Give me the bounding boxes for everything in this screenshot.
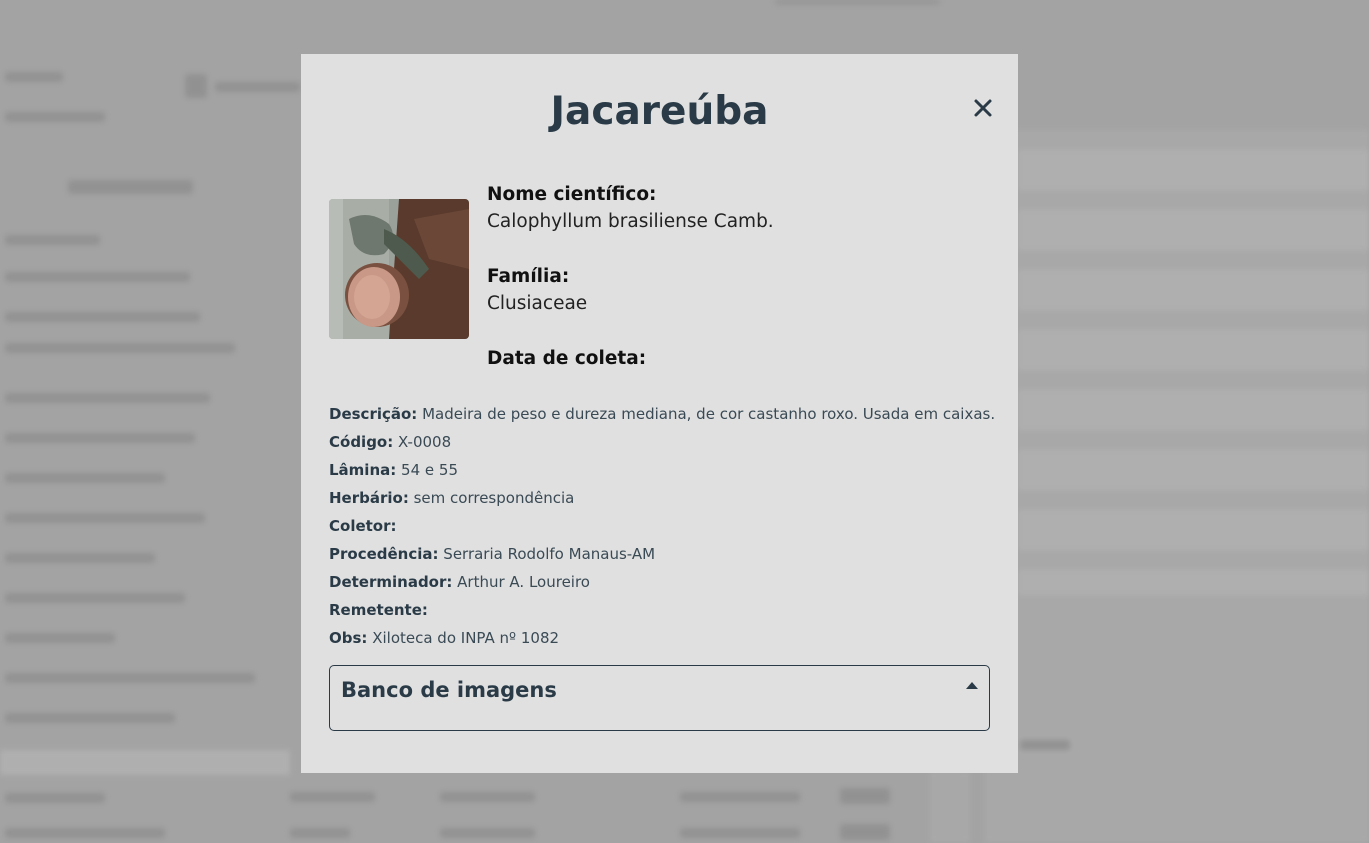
image-bank-title: Banco de imagens	[341, 678, 557, 702]
modal-title: Jacareúba	[550, 89, 769, 134]
family-group: Família: Clusiaceae	[487, 264, 987, 346]
image-bank-accordion[interactable]: Banco de imagens	[329, 665, 990, 731]
scientific-name-group: Nome científico: Calophyllum brasiliense…	[487, 182, 987, 264]
detail-row-obs: Obs: Xiloteca do INPA nº 1082	[329, 629, 560, 647]
detail-row-description: Descrição: Madeira de peso e dureza medi…	[329, 405, 996, 423]
detail-row-code: Código: X-0008	[329, 433, 452, 451]
detail-row-provenance: Procedência: Serraria Rodolfo Manaus-AM	[329, 545, 656, 563]
species-image[interactable]	[329, 199, 469, 339]
species-modal: Jacareúba Nome científico: Calophyllum b…	[301, 54, 1018, 773]
detail-row-collector: Coletor:	[329, 517, 397, 535]
species-meta: Nome científico: Calophyllum brasiliense…	[487, 182, 987, 428]
detail-row-sender: Remetente:	[329, 601, 428, 619]
details-list: Descrição: Madeira de peso e dureza medi…	[329, 400, 999, 652]
detail-row-herbarium: Herbário: sem correspondência	[329, 489, 575, 507]
detail-row-slide: Lâmina: 54 e 55	[329, 461, 458, 479]
family-value: Clusiaceae	[487, 293, 588, 314]
family-label: Família:	[487, 266, 570, 287]
scientific-name-value: Calophyllum brasiliense Camb.	[487, 211, 774, 232]
detail-row-determiner: Determinador: Arthur A. Loureiro	[329, 573, 590, 591]
caret-up-icon[interactable]	[966, 682, 978, 689]
close-icon[interactable]	[971, 96, 995, 120]
collection-date-label: Data de coleta:	[487, 348, 647, 369]
scientific-name-label: Nome científico:	[487, 184, 657, 205]
